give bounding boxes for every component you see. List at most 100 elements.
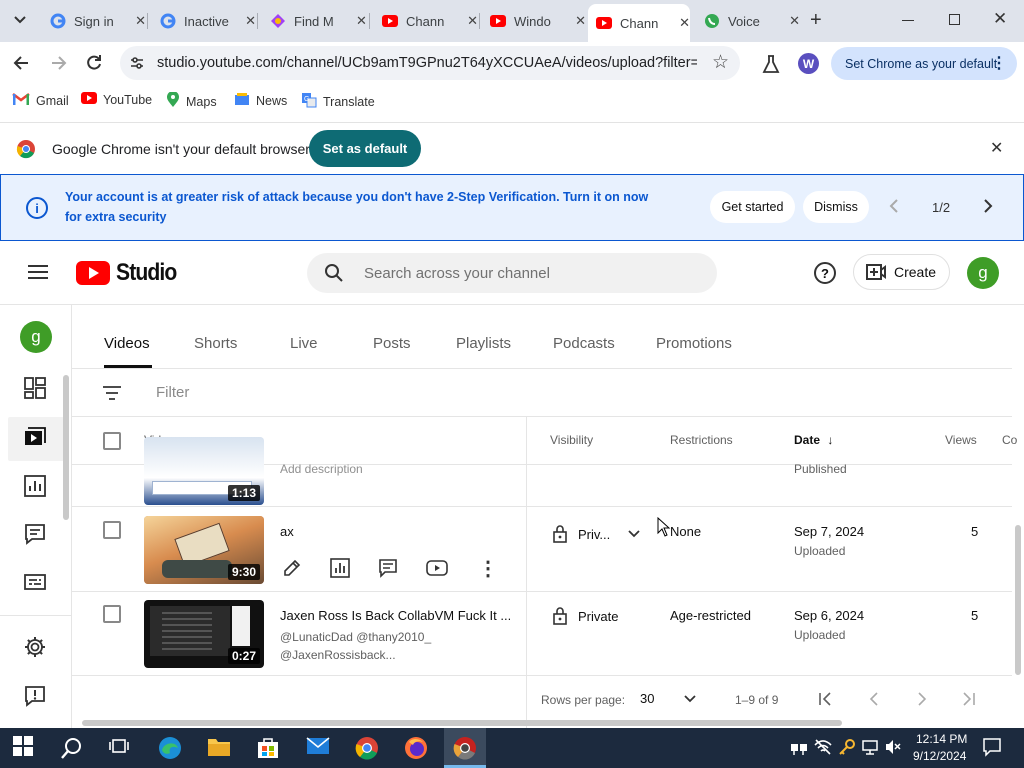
tab-posts[interactable]: Posts	[373, 335, 411, 352]
table-row[interactable]: 0:27 Jaxen Ross Is Back CollabVM Fuck It…	[72, 592, 1012, 676]
close-tab-icon[interactable]: ✕	[575, 13, 586, 29]
help-icon[interactable]: ?	[814, 262, 836, 284]
row-checkbox[interactable]	[103, 521, 121, 539]
tab-inactive[interactable]: Inactive ✕	[152, 6, 256, 36]
content-icon[interactable]	[24, 427, 48, 451]
column-restrictions[interactable]: Restrictions	[670, 433, 733, 447]
table-row[interactable]: 1:13 Add description Published	[72, 437, 1012, 507]
task-view-icon[interactable]	[108, 736, 132, 760]
comments-icon[interactable]	[378, 558, 398, 583]
pager-next-icon[interactable]	[981, 198, 995, 219]
feedback-icon[interactable]	[24, 685, 48, 709]
firefox-icon[interactable]	[404, 736, 428, 760]
video-thumbnail[interactable]: 0:27	[144, 600, 264, 668]
tab-channel[interactable]: Chann ✕	[374, 6, 478, 36]
tab-find-my[interactable]: Find M ✕	[262, 6, 368, 36]
more-options-icon[interactable]: ⋮	[478, 556, 498, 581]
tab-channel-content[interactable]: Chann ✕	[588, 4, 690, 42]
select-all-checkbox[interactable]	[103, 432, 121, 450]
tab-podcasts[interactable]: Podcasts	[553, 335, 615, 352]
file-explorer-icon[interactable]	[207, 736, 231, 760]
close-tab-icon[interactable]: ✕	[679, 15, 690, 31]
address-bar[interactable]: studio.youtube.com/channel/UCb9amT9GPnu2…	[120, 46, 740, 80]
chrome-icon[interactable]	[355, 736, 379, 760]
windows-start-icon[interactable]	[13, 736, 37, 760]
key-icon[interactable]	[838, 738, 862, 762]
first-page-icon[interactable]	[818, 692, 834, 711]
notifications-icon[interactable]	[982, 737, 1006, 761]
bookmark-gmail[interactable]: Gmail	[12, 92, 69, 109]
analytics-icon[interactable]	[24, 475, 48, 499]
clock-time[interactable]: 12:14 PM	[916, 732, 967, 746]
set-chrome-default-button[interactable]: Set Chrome as your default ⋮	[831, 47, 1017, 80]
tab-search-icon[interactable]	[10, 10, 30, 30]
comments-icon[interactable]	[24, 523, 48, 547]
set-as-default-button[interactable]: Set as default	[309, 130, 421, 167]
create-button[interactable]: Create	[853, 254, 950, 290]
last-page-icon[interactable]	[960, 692, 976, 711]
back-icon[interactable]	[12, 53, 32, 78]
horizontal-scrollbar[interactable]	[82, 720, 842, 726]
network-icon[interactable]	[790, 738, 814, 762]
tab-live[interactable]: Live	[290, 335, 318, 352]
filter-input[interactable]: Filter	[156, 384, 189, 401]
video-thumbnail[interactable]: 9:30	[144, 516, 264, 584]
tab-videos[interactable]: Videos	[104, 335, 150, 352]
video-thumbnail[interactable]: 1:13	[144, 437, 264, 505]
site-info-icon[interactable]	[128, 54, 146, 77]
close-infobar-icon[interactable]: ✕	[990, 138, 1003, 158]
edge-icon[interactable]	[158, 736, 182, 760]
dashboard-icon[interactable]	[24, 377, 48, 401]
column-date[interactable]: Date ↓	[794, 433, 833, 447]
bookmark-translate[interactable]: G Translate	[301, 92, 375, 111]
chrome-dev-icon[interactable]	[453, 736, 477, 760]
tab-windows[interactable]: Windo ✕	[482, 6, 586, 36]
visibility-value[interactable]: Private	[552, 607, 618, 625]
clock-date[interactable]: 9/12/2024	[913, 749, 966, 763]
hamburger-menu-icon[interactable]	[28, 264, 48, 285]
filter-icon[interactable]	[102, 385, 122, 406]
rows-per-page-select[interactable]: 30	[640, 691, 706, 706]
video-title[interactable]: ax	[280, 524, 294, 539]
restrictions-value[interactable]: Age-restricted	[670, 608, 751, 623]
view-on-youtube-icon[interactable]	[426, 560, 448, 581]
account-avatar[interactable]: g	[967, 257, 999, 289]
volume-muted-icon[interactable]	[884, 738, 908, 762]
restore-icon[interactable]	[949, 14, 960, 25]
channel-search-box[interactable]: Search across your channel	[307, 253, 717, 293]
close-tab-icon[interactable]: ✕	[356, 13, 367, 29]
new-tab-icon[interactable]: +	[810, 10, 822, 30]
studio-logo[interactable]: Studio	[76, 259, 185, 287]
ethernet-icon[interactable]	[861, 738, 885, 762]
close-tab-icon[interactable]: ✕	[135, 13, 146, 29]
wifi-off-icon[interactable]	[814, 738, 838, 762]
microsoft-store-icon[interactable]	[256, 736, 280, 760]
tab-playlists[interactable]: Playlists	[456, 335, 511, 352]
settings-icon[interactable]	[24, 636, 48, 660]
profile-avatar[interactable]: W	[798, 53, 819, 74]
pager-prev-icon[interactable]	[887, 198, 901, 219]
bookmark-news[interactable]: News	[234, 92, 287, 109]
minimize-icon[interactable]	[902, 20, 914, 21]
reload-icon[interactable]	[84, 53, 104, 78]
close-tab-icon[interactable]: ✕	[245, 13, 256, 29]
bookmark-maps[interactable]: Maps	[166, 91, 217, 111]
video-title[interactable]: Jaxen Ross Is Back CollabVM Fuck It ...	[280, 608, 510, 623]
labs-icon[interactable]	[762, 54, 780, 79]
close-tab-icon[interactable]: ✕	[467, 13, 478, 29]
tab-shorts[interactable]: Shorts	[194, 335, 237, 352]
more-vert-icon[interactable]: ⋮	[991, 53, 1007, 73]
tab-promotions[interactable]: Promotions	[656, 335, 732, 352]
edit-details-icon[interactable]	[282, 558, 302, 583]
sidenav-scrollbar[interactable]	[63, 375, 69, 520]
column-comments[interactable]: Co	[1002, 433, 1017, 447]
analytics-icon[interactable]	[330, 558, 350, 583]
forward-icon[interactable]	[48, 53, 68, 78]
get-started-button[interactable]: Get started	[710, 191, 795, 223]
tab-voice[interactable]: Voice ✕	[696, 6, 800, 36]
subtitles-icon[interactable]	[24, 571, 48, 595]
bookmark-youtube[interactable]: YouTube	[81, 92, 152, 107]
next-page-icon[interactable]	[916, 692, 928, 711]
vertical-scrollbar[interactable]	[1015, 525, 1021, 675]
close-tab-icon[interactable]: ✕	[789, 13, 800, 29]
